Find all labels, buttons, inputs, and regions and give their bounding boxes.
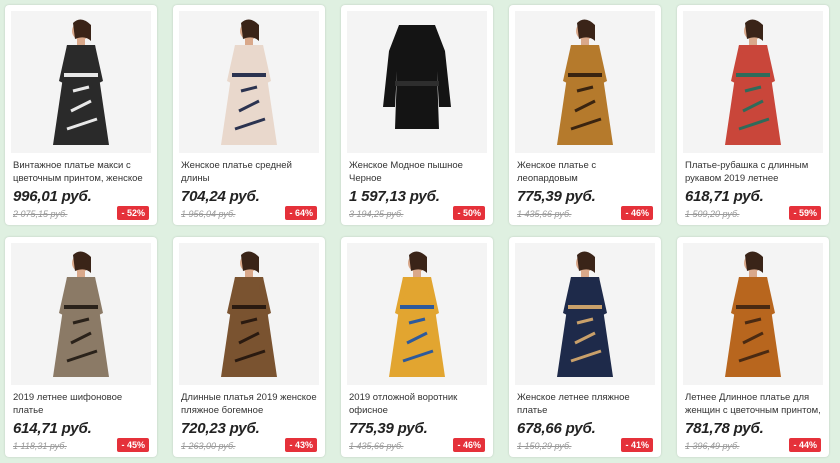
dress-illustration-icon <box>725 251 781 377</box>
product-price: 996,01 руб. <box>13 188 92 205</box>
product-price: 678,66 руб. <box>517 420 596 437</box>
dress-illustration-icon <box>53 19 109 145</box>
discount-badge: - 44% <box>789 438 821 452</box>
discount-badge: - 50% <box>453 206 485 220</box>
product-title[interactable]: Женское Модное пышное Черное мини-платье… <box>349 160 489 186</box>
discount-badge: - 59% <box>789 206 821 220</box>
product-image[interactable] <box>347 243 487 385</box>
product-card[interactable]: Женское Модное пышное Черное мини-платье… <box>341 5 493 225</box>
product-card[interactable]: Женское летнее пляжное платье повседневн… <box>509 237 661 457</box>
old-price: 1 956,04 руб. <box>181 209 236 219</box>
product-image[interactable] <box>11 243 151 385</box>
product-title[interactable]: Летнее Длинное платье для женщин с цвето… <box>685 392 825 418</box>
dress-illustration-icon <box>221 251 277 377</box>
discount-badge: - 43% <box>285 438 317 452</box>
old-price: 1 263,00 руб. <box>181 441 236 451</box>
old-price: 1 435,66 руб. <box>349 441 404 451</box>
product-card[interactable]: 2019 летнее шифоновое платье женский лео… <box>5 237 157 457</box>
product-card[interactable]: Винтажное платье макси с цветочным принт… <box>5 5 157 225</box>
discount-badge: - 41% <box>621 438 653 452</box>
old-price: 1 435,66 руб. <box>517 209 572 219</box>
product-image[interactable] <box>11 11 151 153</box>
old-price: 1 396,49 руб. <box>685 441 740 451</box>
dress-illustration-icon <box>221 19 277 145</box>
discount-badge: - 45% <box>117 438 149 452</box>
product-title[interactable]: 2019 летнее шифоновое платье женский лео… <box>13 392 153 418</box>
old-price: 1 509,20 руб. <box>685 209 740 219</box>
product-image[interactable] <box>515 11 655 153</box>
product-card[interactable]: Длинные платья 2019 женское пляжное боге… <box>173 237 325 457</box>
product-card[interactable]: Женское платье средней длины Aachoae 202… <box>173 5 325 225</box>
product-image[interactable] <box>179 11 319 153</box>
dress-illustration-icon <box>725 19 781 145</box>
product-card[interactable]: Платье-рубашка с длинным рукавом 2019 ле… <box>677 5 829 225</box>
product-image[interactable] <box>347 11 487 153</box>
product-title[interactable]: Женское платье средней длины Aachoae 202… <box>181 160 321 186</box>
product-card[interactable]: Женское платье с леопардовым принтом Aac… <box>509 5 661 225</box>
product-card[interactable]: Летнее Длинное платье для женщин с цвето… <box>677 237 829 457</box>
product-price: 618,71 руб. <box>685 188 764 205</box>
product-price: 775,39 руб. <box>517 188 596 205</box>
product-price: 781,78 руб. <box>685 420 764 437</box>
dress-illustration-icon <box>389 251 445 377</box>
product-image[interactable] <box>683 11 823 153</box>
product-price: 614,71 руб. <box>13 420 92 437</box>
product-price: 720,23 руб. <box>181 420 260 437</box>
dress-illustration-icon <box>53 251 109 377</box>
product-title[interactable]: Винтажное платье макси с цветочным принт… <box>13 160 153 186</box>
product-title[interactable]: Длинные платья 2019 женское пляжное боге… <box>181 392 321 418</box>
product-image[interactable] <box>179 243 319 385</box>
product-image[interactable] <box>683 243 823 385</box>
product-title[interactable]: Платье-рубашка с длинным рукавом 2019 ле… <box>685 160 825 186</box>
discount-badge: - 46% <box>621 206 653 220</box>
product-title[interactable]: 2019 отложной воротник офисное дамское П… <box>349 392 489 418</box>
discount-badge: - 52% <box>117 206 149 220</box>
product-image[interactable] <box>515 243 655 385</box>
old-price: 2 075,15 руб. <box>13 209 68 219</box>
product-price: 1 597,13 руб. <box>349 188 440 205</box>
old-price: 3 194,25 руб. <box>349 209 404 219</box>
old-price: 1 150,29 руб. <box>517 441 572 451</box>
product-title[interactable]: Женское летнее пляжное платье повседневн… <box>517 392 657 418</box>
product-price: 775,39 руб. <box>349 420 428 437</box>
dress-illustration-icon <box>557 19 613 145</box>
old-price: 1 118,31 руб. <box>13 441 67 451</box>
discount-badge: - 64% <box>285 206 317 220</box>
discount-badge: - 46% <box>453 438 485 452</box>
product-card[interactable]: 2019 отложной воротник офисное дамское П… <box>341 237 493 457</box>
product-title[interactable]: Женское платье с леопардовым принтом Aac… <box>517 160 657 186</box>
product-price: 704,24 руб. <box>181 188 260 205</box>
dress-illustration-icon <box>383 25 451 129</box>
dress-illustration-icon <box>557 251 613 377</box>
